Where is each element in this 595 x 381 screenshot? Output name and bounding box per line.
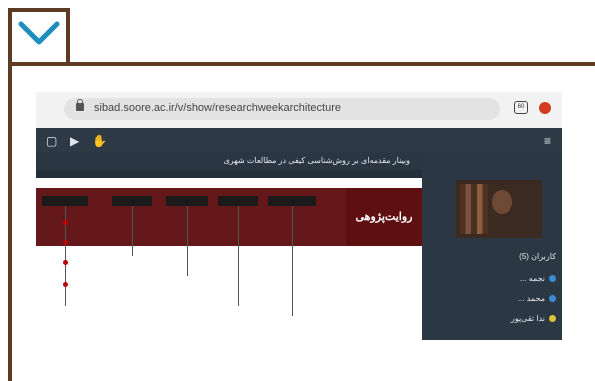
bookshelf-image [460,184,488,234]
meeting-toolbar [36,128,562,152]
user-icon [549,275,556,283]
diagram-line [187,206,188,276]
user-row[interactable]: نجمه ... [428,274,556,294]
raise-hand-icon[interactable]: ✋ [92,134,107,148]
chevron-down-icon[interactable] [18,20,60,46]
play-icon[interactable]: ▶ [70,134,79,148]
presenter-image [492,190,512,214]
meeting-title: وبینار مقدمه‌ای بر روش‌شناسی کیفی در مطا… [36,152,422,170]
bullet-dot [63,240,68,245]
bullet-dot [63,282,68,287]
user-name: ندا تقی‌پور [510,314,545,323]
diagram-line [238,206,239,306]
user-icon [549,295,556,303]
diagram-node [218,196,258,206]
diagram-node [112,196,152,206]
record-icon[interactable] [539,102,551,114]
bullet-dot [63,260,68,265]
tabs-count-icon[interactable]: 60 [514,101,528,114]
bullet-dot [63,220,68,225]
diagram-node [268,196,316,206]
user-name: نجمه ... [519,274,545,283]
user-name: محمد ... [517,294,545,303]
user-icon [549,315,556,323]
diagram-node [42,196,88,206]
menu-icon[interactable]: ≡ [544,134,551,148]
screenshot-panel: sibad.soore.ac.ir/v/show/researchweekarc… [36,92,562,340]
url-text: sibad.soore.ac.ir/v/show/researchweekarc… [94,102,342,114]
lock-icon [76,99,84,111]
users-header: کاربران (5) [519,252,556,261]
slide-title: روایت‌پژوهی [346,188,422,246]
diagram-line [292,206,293,316]
diagram-node [166,196,208,206]
diagram-line [132,206,133,256]
presentation-icon[interactable]: ▢ [46,134,57,148]
user-row[interactable]: ندا تقی‌پور [428,314,556,334]
user-row[interactable]: محمد ... [428,294,556,314]
